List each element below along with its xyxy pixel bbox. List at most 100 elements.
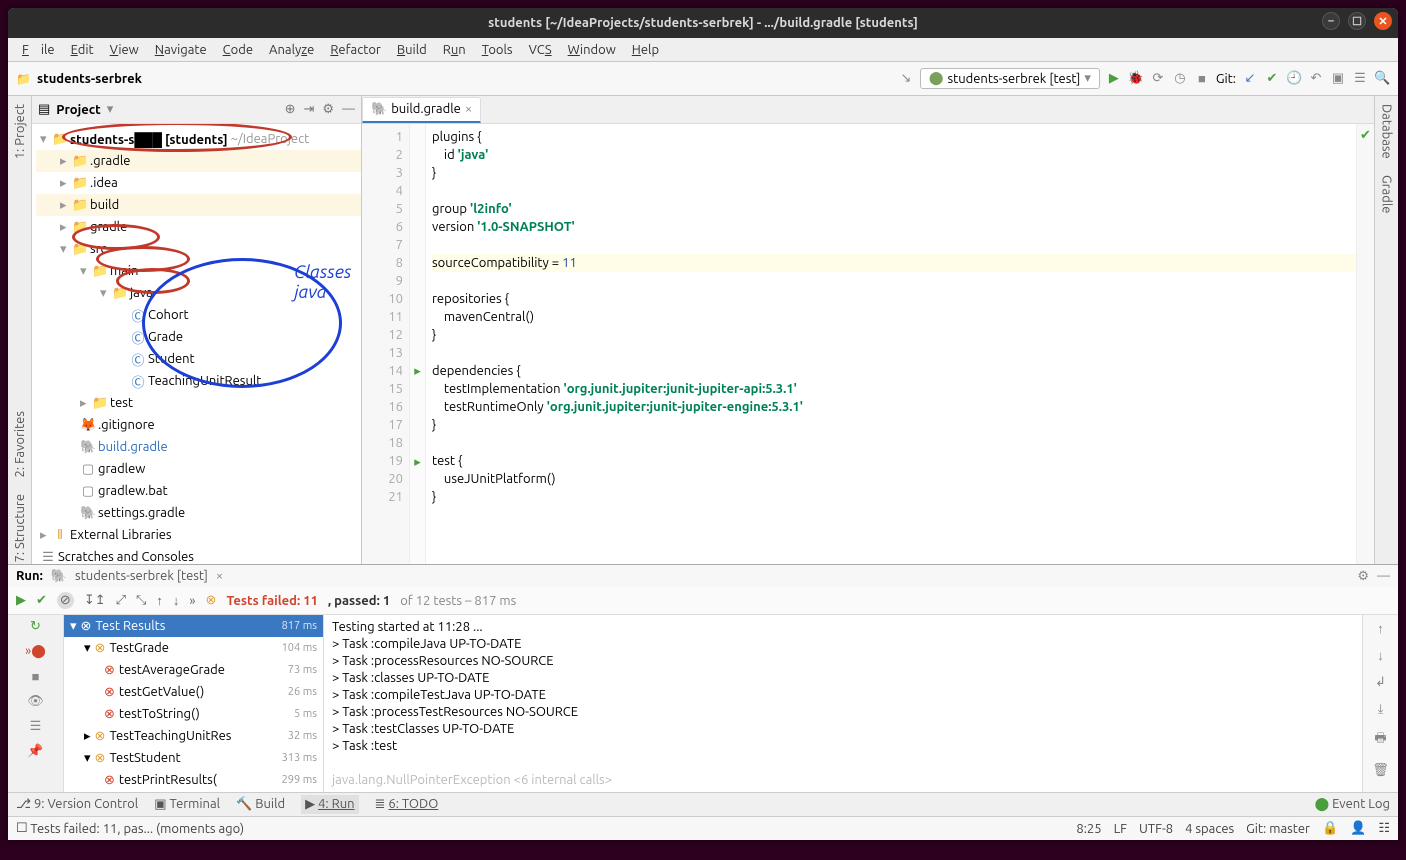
tree-gitignore[interactable]: .gitignore	[98, 418, 155, 432]
tree-class-teachingunitresult[interactable]: TeachingUnitResult	[148, 374, 261, 388]
expand-icon[interactable]: ⤢	[116, 593, 126, 608]
print-icon[interactable]: 🖶	[1374, 729, 1386, 751]
prev-fail-icon[interactable]: ↑	[156, 593, 163, 608]
menu-tools[interactable]: Tools	[476, 41, 519, 59]
project-view-mode[interactable]: Project	[56, 103, 100, 117]
coverage-button[interactable]: ⟳	[1150, 71, 1166, 86]
menu-file[interactable]: File	[16, 41, 61, 59]
collapse-icon[interactable]: ⇥	[303, 102, 314, 117]
tree-java[interactable]: java	[130, 286, 153, 300]
toolwin-terminal[interactable]: ▣ Terminal	[154, 797, 220, 812]
stop-icon[interactable]: ■	[32, 669, 40, 684]
sidebar-tab-database[interactable]: Database	[1380, 102, 1394, 161]
clear-icon[interactable]: 🗑	[1372, 763, 1389, 778]
lock-icon[interactable]: 🔒	[1322, 821, 1338, 836]
code-editor[interactable]: 123456789101112131415161718192021 ▸▸ plu…	[362, 124, 1374, 564]
tree-settings-gradle[interactable]: settings.gradle	[98, 506, 185, 520]
attach-icon[interactable]: 👁	[27, 694, 44, 709]
status-indent[interactable]: 4 spaces	[1185, 822, 1234, 836]
code-content[interactable]: plugins { id 'java' } group 'l2info' ver…	[426, 124, 1356, 564]
tree-build[interactable]: build	[90, 198, 119, 212]
sidebar-tab-structure[interactable]: 7: Structure	[13, 492, 27, 564]
tree-gradlew[interactable]: gradlew	[98, 462, 145, 476]
project-tree[interactable]: Classes java ▾📁students-s███ [students] …	[32, 124, 361, 564]
vcs-commit-icon[interactable]: ✔	[1264, 71, 1280, 86]
layout-icon[interactable]: ☰	[30, 719, 42, 734]
tree-class-student[interactable]: Student	[148, 352, 195, 366]
window-maximize-button[interactable]: ☐	[1348, 12, 1366, 30]
tree-gradlew-bat[interactable]: gradlew.bat	[98, 484, 168, 498]
show-passed-icon[interactable]: ✔	[36, 593, 47, 608]
toolwin-version-control[interactable]: ⎇ 9: Version Control	[16, 797, 138, 812]
tree-main[interactable]: main	[110, 264, 138, 278]
menu-window[interactable]: Window	[562, 41, 622, 59]
soft-wrap-icon[interactable]: ↲	[1375, 675, 1386, 690]
sidebar-tab-gradle[interactable]: Gradle	[1380, 173, 1394, 215]
menu-view[interactable]: View	[104, 41, 145, 59]
menu-build[interactable]: Build	[391, 41, 433, 59]
menu-help[interactable]: Help	[626, 41, 665, 59]
run-settings-icon[interactable]: ⚙	[1357, 569, 1369, 584]
collapse-all-icon[interactable]: ⤡	[136, 593, 146, 608]
fold-gutter[interactable]: ▸▸	[410, 124, 426, 564]
pin-icon[interactable]: 📌	[27, 744, 43, 759]
tree-gradle[interactable]: gradle	[90, 220, 127, 234]
toolwin-build[interactable]: 🔨 Build	[236, 797, 285, 812]
close-tab-icon[interactable]: ×	[465, 102, 472, 116]
show-ignored-icon[interactable]: ⊘	[57, 592, 74, 609]
run-debug-icon[interactable]: »⬤	[25, 644, 46, 659]
tree-src[interactable]: src	[90, 242, 107, 256]
tree-build-gradle[interactable]: build.gradle	[98, 440, 168, 454]
status-line-sep[interactable]: LF	[1114, 822, 1127, 836]
toolwin-run[interactable]: ▶ 4: Run	[301, 795, 358, 814]
tree-dot-gradle[interactable]: .gradle	[90, 154, 130, 168]
search-everywhere-icon[interactable]: 🔍	[1374, 71, 1390, 86]
tree-class-grade[interactable]: Grade	[148, 330, 183, 344]
sidebar-tab-project[interactable]: 1: Project	[13, 102, 27, 161]
tree-class-cohort[interactable]: Cohort	[148, 308, 189, 322]
vcs-revert-icon[interactable]: ↶	[1308, 71, 1324, 86]
rerun-button[interactable]: ▶	[16, 593, 26, 608]
hide-panel-icon[interactable]: —	[342, 102, 355, 117]
menu-refactor[interactable]: Refactor	[324, 41, 387, 59]
scroll-down-icon[interactable]: ↓	[1377, 648, 1384, 663]
vcs-history-icon[interactable]: 🕘	[1286, 71, 1302, 86]
tree-scratches[interactable]: Scratches and Consoles	[58, 550, 194, 564]
menu-code[interactable]: Code	[217, 41, 259, 59]
test-results-tree[interactable]: ▾⊗Test Results817 ms ▾⊗TestGrade104 ms ⊗…	[64, 615, 324, 792]
sort-icon[interactable]: ↧↥	[84, 593, 106, 608]
stop-button[interactable]: ■	[1194, 71, 1210, 86]
memory-icon[interactable]: ☷	[1378, 821, 1390, 836]
toolwin-event-log[interactable]: ⬤ Event Log	[1315, 797, 1390, 812]
menu-run[interactable]: Run	[437, 41, 472, 59]
locate-icon[interactable]: ⊕	[285, 102, 296, 117]
window-close-button[interactable]: ✕	[1374, 12, 1392, 30]
ide-structure-icon[interactable]: ▣	[1330, 71, 1346, 86]
status-caret-pos[interactable]: 8:25	[1076, 822, 1101, 836]
scroll-up-icon[interactable]: ↑	[1377, 621, 1384, 636]
run-hide-icon[interactable]: —	[1377, 569, 1390, 584]
menu-analyze[interactable]: Analyze	[263, 41, 320, 59]
tree-root[interactable]: students-s███ [students]	[70, 132, 228, 147]
tree-external-libraries[interactable]: External Libraries	[70, 528, 172, 542]
settings-gear-icon[interactable]: ⚙	[322, 102, 334, 117]
menu-edit[interactable]: Edit	[65, 41, 100, 59]
ide-settings-icon[interactable]: ☰	[1352, 71, 1368, 86]
window-minimize-button[interactable]: –	[1322, 12, 1340, 30]
inspector-icon[interactable]: 👤	[1350, 821, 1366, 836]
toolwin-todo[interactable]: ≣ 6: TODO	[375, 797, 439, 812]
vcs-update-icon[interactable]: ↙	[1242, 71, 1258, 86]
scroll-end-icon[interactable]: ⤓	[1378, 702, 1384, 717]
next-fail-icon[interactable]: ↓	[173, 593, 180, 608]
status-encoding[interactable]: UTF-8	[1139, 822, 1173, 836]
tree-test[interactable]: test	[110, 396, 133, 410]
sidebar-tab-favorites[interactable]: 2: Favorites	[13, 409, 27, 479]
build-icon[interactable]: ↘	[898, 71, 914, 86]
tree-idea[interactable]: .idea	[90, 176, 118, 190]
breadcrumb-root[interactable]: students-serbrek	[37, 72, 142, 86]
menu-vcs[interactable]: VCS	[523, 41, 558, 59]
debug-button[interactable]: 🐞	[1128, 71, 1144, 86]
run-button[interactable]: ▶	[1106, 71, 1122, 86]
editor-tab-build-gradle[interactable]: 🐘 build.gradle ×	[362, 97, 481, 123]
profile-button[interactable]: ◷	[1172, 71, 1188, 86]
